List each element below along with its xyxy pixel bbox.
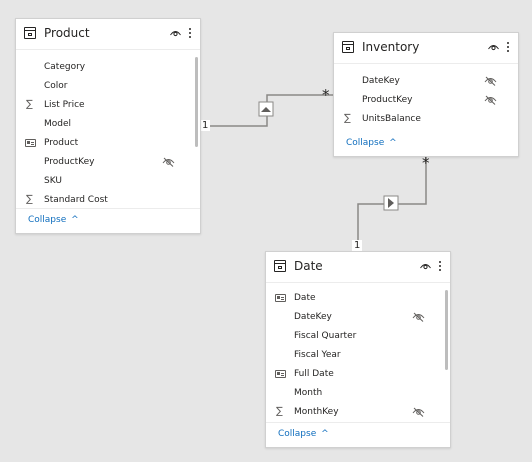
field-label: SKU xyxy=(44,176,62,186)
eye-icon[interactable] xyxy=(170,29,181,37)
hidden-eye-icon xyxy=(412,312,425,322)
cardinality-many-label: * xyxy=(322,86,330,104)
field-productkey[interactable]: ProductKey xyxy=(334,91,518,110)
field-productkey[interactable]: ProductKey xyxy=(16,153,200,172)
sigma-icon: ∑ xyxy=(26,194,33,205)
field-model[interactable]: Model xyxy=(16,115,200,134)
text-field-icon xyxy=(275,294,286,302)
cardinality-one-label: 1 xyxy=(352,240,363,251)
collapse-label: Collapse xyxy=(346,138,385,148)
field-datekey[interactable]: DateKey xyxy=(266,308,450,327)
field-monthkey[interactable]: ∑ MonthKey xyxy=(266,403,450,422)
field-label: Month xyxy=(294,388,323,398)
field-label: Fiscal Quarter xyxy=(294,331,357,341)
field-label: Color xyxy=(44,81,68,91)
sigma-icon: ∑ xyxy=(276,406,283,417)
eye-icon[interactable] xyxy=(420,262,431,270)
field-category[interactable]: Category xyxy=(16,58,200,77)
field-date[interactable]: Date xyxy=(266,289,450,308)
field-full-date[interactable]: Full Date xyxy=(266,365,450,384)
collapse-label: Collapse xyxy=(28,215,67,225)
field-label: Date xyxy=(294,293,316,303)
table-card-inventory[interactable]: Inventory DateKey ProductKey ∑ UnitsBala… xyxy=(333,32,519,157)
table-card-product[interactable]: Product Category Color ∑ List Price Mode… xyxy=(15,18,201,234)
cardinality-one-label: 1 xyxy=(200,120,211,131)
filter-direction-icon xyxy=(383,195,399,211)
more-options-icon[interactable] xyxy=(188,27,192,41)
table-card-footer: Collapse ^ xyxy=(266,422,450,447)
field-label: ProductKey xyxy=(44,157,95,167)
table-icon xyxy=(342,41,354,53)
field-fiscal-year[interactable]: Fiscal Year xyxy=(266,346,450,365)
table-icon xyxy=(274,260,286,272)
field-label: Standard Cost xyxy=(44,195,108,205)
field-label: MonthKey xyxy=(294,407,339,417)
collapse-link[interactable]: Collapse ^ xyxy=(278,429,329,439)
hidden-eye-icon xyxy=(484,76,497,86)
hidden-eye-icon xyxy=(162,157,175,167)
cardinality-many-label: * xyxy=(422,154,430,172)
more-options-icon[interactable] xyxy=(506,41,510,55)
model-view-canvas[interactable]: 1 * 1 * Product Category Color ∑ List Pr… xyxy=(0,0,532,462)
hidden-eye-icon xyxy=(412,407,425,417)
chevron-up-icon: ^ xyxy=(71,215,79,225)
field-label: Model xyxy=(44,119,72,129)
more-options-icon[interactable] xyxy=(438,260,442,274)
table-icon xyxy=(24,27,36,39)
field-datekey[interactable]: DateKey xyxy=(334,72,518,91)
collapse-label: Collapse xyxy=(278,429,317,439)
chevron-up-icon: ^ xyxy=(321,429,329,439)
collapse-link[interactable]: Collapse ^ xyxy=(346,138,397,148)
filter-direction-icon xyxy=(258,101,274,117)
table-title: Inventory xyxy=(362,40,420,54)
table-title: Date xyxy=(294,259,323,273)
field-sku[interactable]: SKU xyxy=(16,172,200,191)
field-label: List Price xyxy=(44,100,85,110)
field-color[interactable]: Color xyxy=(16,77,200,96)
field-label: Product xyxy=(44,138,79,148)
text-field-icon xyxy=(25,139,36,147)
field-label: ProductKey xyxy=(362,95,413,105)
field-month[interactable]: Month xyxy=(266,384,450,403)
field-label: DateKey xyxy=(362,76,400,86)
table-card-header[interactable]: Product xyxy=(16,19,200,50)
field-product[interactable]: Product xyxy=(16,134,200,153)
field-label: Fiscal Year xyxy=(294,350,341,360)
chevron-up-icon: ^ xyxy=(389,138,397,148)
field-fiscal-quarter[interactable]: Fiscal Quarter xyxy=(266,327,450,346)
hidden-eye-icon xyxy=(484,95,497,105)
field-label: DateKey xyxy=(294,312,332,322)
field-label: UnitsBalance xyxy=(362,114,421,124)
table-card-header[interactable]: Inventory xyxy=(334,33,518,64)
field-label: Full Date xyxy=(294,369,334,379)
sigma-icon: ∑ xyxy=(344,113,351,124)
collapse-link[interactable]: Collapse ^ xyxy=(28,215,79,225)
table-card-footer: Collapse ^ xyxy=(16,208,200,233)
scrollbar[interactable] xyxy=(445,290,448,370)
sigma-icon: ∑ xyxy=(26,99,33,110)
table-title: Product xyxy=(44,26,90,40)
field-unitsbalance[interactable]: ∑ UnitsBalance xyxy=(334,110,518,129)
text-field-icon xyxy=(275,370,286,378)
table-card-header[interactable]: Date xyxy=(266,252,450,283)
table-card-date[interactable]: Date Date DateKey Fiscal Quarter Fiscal … xyxy=(265,251,451,448)
field-list-price[interactable]: ∑ List Price xyxy=(16,96,200,115)
scrollbar[interactable] xyxy=(195,57,198,147)
field-label: Category xyxy=(44,62,86,72)
eye-icon[interactable] xyxy=(488,43,499,51)
table-card-footer: Collapse ^ xyxy=(334,132,518,156)
